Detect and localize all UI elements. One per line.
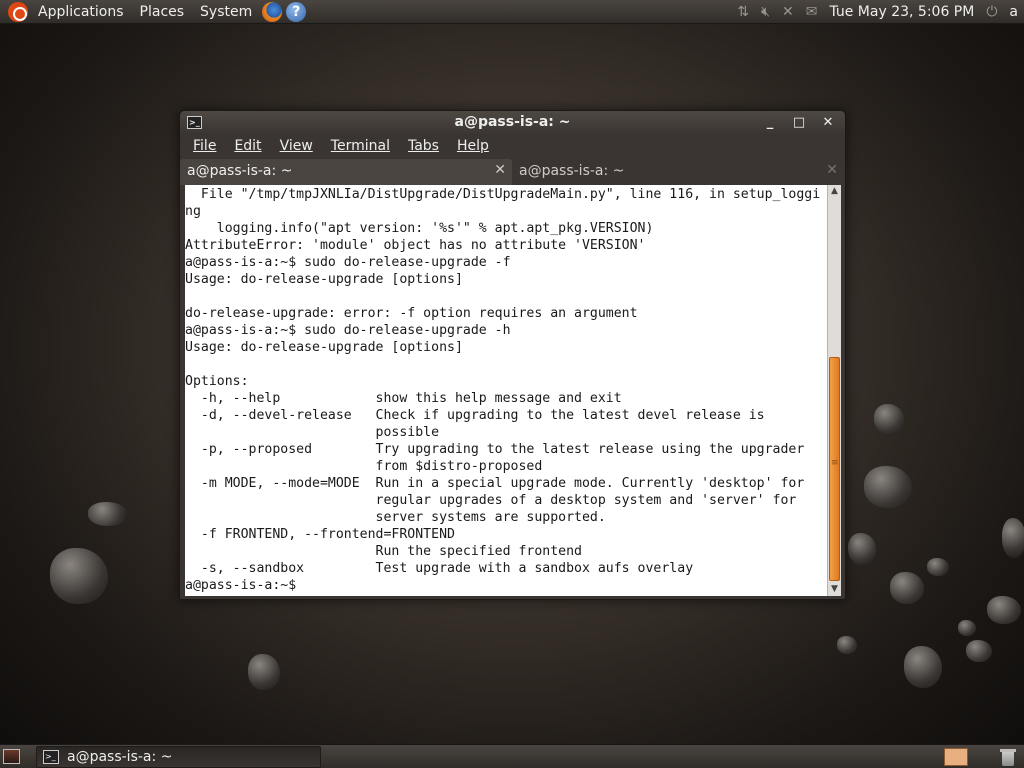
terminal-line: a@pass-is-a:~$ sudo do-release-upgrade -… [185,323,511,338]
tab-1-close-icon[interactable]: ✕ [494,162,506,178]
menu-view[interactable]: View [271,138,322,154]
terminal-line: Run the specified frontend [185,544,582,559]
menu-help[interactable]: Help [448,138,498,154]
terminal-output[interactable]: File "/tmp/tmpJXNLIa/DistUpgrade/DistUpg… [185,185,827,596]
tab-2[interactable]: a@pass-is-a: ~ ✕ [512,159,844,185]
wallpaper-pebble [966,640,992,662]
bluetooth-icon[interactable]: ✕ [776,4,800,20]
system-menu[interactable]: System [192,0,260,24]
terminal-line: Usage: do-release-upgrade [options] [185,272,463,287]
terminal-line: -d, --devel-release Check if upgrading t… [185,408,765,423]
tab-bar: a@pass-is-a: ~ ✕ a@pass-is-a: ~ ✕ [180,159,845,185]
wallpaper-pebble [1002,518,1024,558]
menu-tabs[interactable]: Tabs [399,138,448,154]
wallpaper-pebble [837,636,857,654]
terminal-line: -p, --proposed Try upgrading to the late… [185,442,805,457]
wallpaper-pebble [864,466,912,508]
minimize-button[interactable]: _ [760,113,780,133]
terminal-line: possible [185,425,440,440]
menu-terminal[interactable]: Terminal [322,138,399,154]
terminal-text: File "/tmp/tmpJXNLIa/DistUpgrade/DistUpg… [185,185,827,594]
network-icon[interactable]: ⇅ [731,4,755,20]
scroll-up-icon[interactable]: ▲ [828,185,841,198]
terminal-line: from $distro-proposed [185,459,543,474]
scrollbar-thumb[interactable] [829,357,840,581]
wallpaper-pebble [958,620,976,636]
help-icon[interactable]: ? [286,1,307,22]
terminal-line: -h, --help show this help message and ex… [185,391,622,406]
taskbar-window-button[interactable]: >_ a@pass-is-a: ~ [36,746,321,768]
terminal-line: ng [185,204,201,219]
terminal-line: a@pass-is-a:~$ sudo do-release-upgrade -… [185,255,511,270]
wallpaper-pebble [88,502,128,526]
menu-edit[interactable]: Edit [225,138,270,154]
terminal-line: a@pass-is-a:~$ [185,578,297,593]
terminal-line: File "/tmp/tmpJXNLIa/DistUpgrade/DistUpg… [185,187,821,202]
menu-view-label: View [279,138,313,154]
places-menu[interactable]: Places [132,0,193,24]
terminal-icon: >_ [43,750,59,764]
wallpaper-pebble [248,654,280,690]
tab-2-label: a@pass-is-a: ~ [519,163,625,179]
taskbar-window-label: a@pass-is-a: ~ [67,749,173,765]
wallpaper-pebble [848,533,876,565]
menu-tabs-label: Tabs [407,138,439,154]
maximize-button[interactable]: □ [789,113,809,133]
terminal-line: -m MODE, --mode=MODE Run in a special up… [185,476,805,491]
terminal-line: AttributeError: 'module' object has no a… [185,238,646,253]
user-menu[interactable]: a [1003,4,1024,20]
ubuntu-logo-icon[interactable] [8,1,28,22]
volume-icon[interactable]: 🔇︎ [755,4,776,20]
applications-menu[interactable]: Applications [30,0,132,24]
wallpaper-pebble [890,572,924,604]
menu-file-label: File [193,138,217,154]
terminal-line: do-release-upgrade: error: -f option req… [185,306,638,321]
wallpaper-pebble [904,646,942,688]
power-icon[interactable]: ⏻ [980,4,1003,20]
trash-icon[interactable] [998,747,1018,767]
window-title: a@pass-is-a: ~ [454,114,571,130]
window-menubar: File Edit View Terminal Tabs Help [180,135,845,157]
system-tray: ⇅ 🔇︎ ✕ ✉ Tue May 23, 5:06 PM ⏻ a [731,4,1024,20]
terminal-line: server systems are supported. [185,510,606,525]
top-panel: Applications Places System ? ⇅ 🔇︎ ✕ ✉ Tu… [0,0,1024,24]
terminal-line: Options: [185,374,249,389]
scrollbar[interactable]: ▲ ▼ [827,185,841,596]
firefox-icon[interactable] [262,1,283,22]
tab-1[interactable]: a@pass-is-a: ~ ✕ [180,159,512,185]
window-titlebar[interactable]: >_ a@pass-is-a: ~ _ □ ✕ [180,111,845,135]
tab-1-label: a@pass-is-a: ~ [187,163,293,179]
workspace-switcher[interactable] [944,748,968,766]
menu-help-label: Help [456,138,489,154]
terminal-line: -f FRONTEND, --frontend=FRONTEND [185,527,455,542]
mail-icon[interactable]: ✉ [800,4,824,20]
terminal-line: -s, --sandbox Test upgrade with a sandbo… [185,561,694,576]
menu-edit-label: Edit [234,138,262,154]
menu-terminal-label: Terminal [330,138,390,154]
terminal-line: Usage: do-release-upgrade [options] [185,340,463,355]
terminal-line: regular upgrades of a desktop system and… [185,493,797,508]
clock[interactable]: Tue May 23, 5:06 PM [823,4,980,20]
wallpaper-pebble [987,596,1021,624]
menu-file[interactable]: File [184,138,225,154]
wallpaper-pebble [927,558,949,576]
terminal-window: >_ a@pass-is-a: ~ _ □ ✕ File Edit View T… [179,110,846,600]
bottom-panel: >_ a@pass-is-a: ~ [0,744,1024,768]
close-button[interactable]: ✕ [818,113,838,133]
terminal-line: logging.info("apt version: '%s'" % apt.a… [185,221,654,236]
wallpaper-pebble [874,404,904,434]
show-desktop-icon[interactable] [3,749,20,764]
wallpaper-pebble [50,548,108,604]
scroll-down-icon[interactable]: ▼ [828,583,841,596]
tab-2-close-icon[interactable]: ✕ [826,162,838,178]
